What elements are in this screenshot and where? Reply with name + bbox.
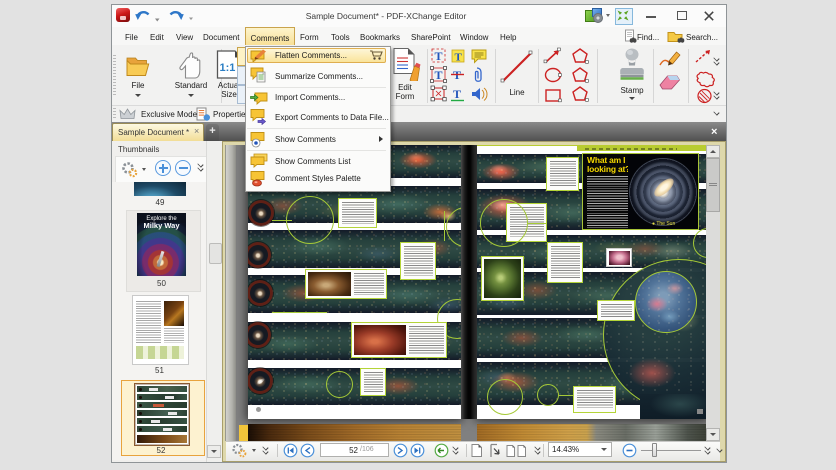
svg-text:T: T <box>435 49 443 63</box>
svg-text:1:1: 1:1 <box>220 62 236 74</box>
svg-text:T: T <box>455 52 463 64</box>
svg-text:T: T <box>435 68 443 82</box>
svg-text:T: T <box>453 87 461 101</box>
